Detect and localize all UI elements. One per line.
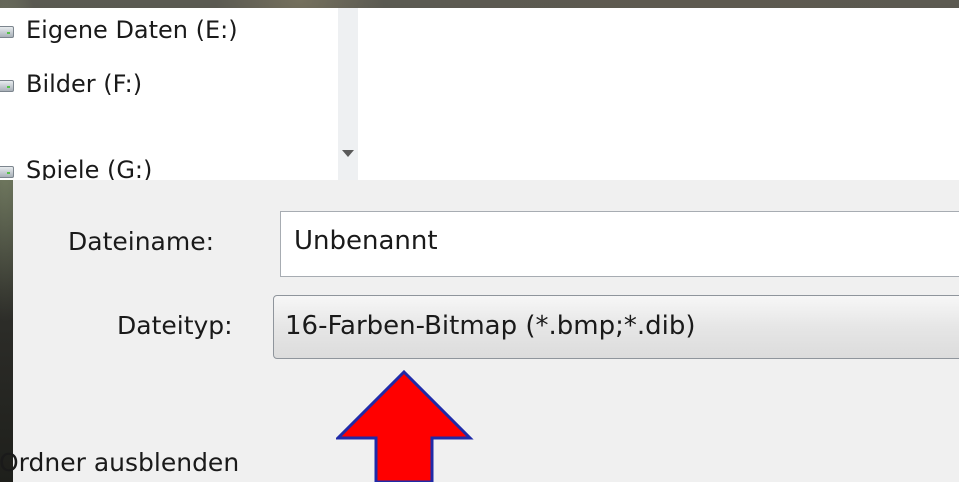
filename-label: Dateiname: — [68, 227, 215, 256]
tree-item-bilder[interactable]: Bilder (F:) — [0, 64, 142, 104]
navigation-tree: Eigene Daten (E:) Bilder (F:) Spiele (G:… — [0, 8, 359, 180]
drive-icon — [0, 19, 16, 41]
file-list-pane[interactable] — [358, 8, 959, 180]
drive-icon — [0, 73, 16, 95]
hide-folders-button[interactable]: Ordner ausblenden — [0, 448, 239, 477]
drive-icon — [0, 159, 16, 180]
tree-item-label: Bilder (F:) — [26, 70, 143, 98]
filename-input[interactable]: Unbenannt — [280, 211, 959, 277]
tree-item-label: Eigene Daten (E:) — [26, 16, 238, 44]
tree-item-spiele[interactable]: Spiele (G:) — [0, 150, 152, 180]
red-arrow-annotation — [336, 370, 474, 482]
filetype-select[interactable]: 16-Farben-Bitmap (*.bmp;*.dib) — [273, 295, 959, 359]
filetype-label: Dateityp: — [117, 311, 233, 340]
scroll-down-icon[interactable] — [342, 150, 354, 157]
save-form: Dateiname: Unbenannt Dateityp: 16-Farben… — [0, 180, 959, 482]
tree-scrollbar[interactable] — [338, 8, 358, 180]
tree-item-eigene-daten[interactable]: Eigene Daten (E:) — [0, 10, 238, 50]
tree-item-label: Spiele (G:) — [26, 156, 153, 180]
up-arrow-icon — [336, 370, 474, 482]
